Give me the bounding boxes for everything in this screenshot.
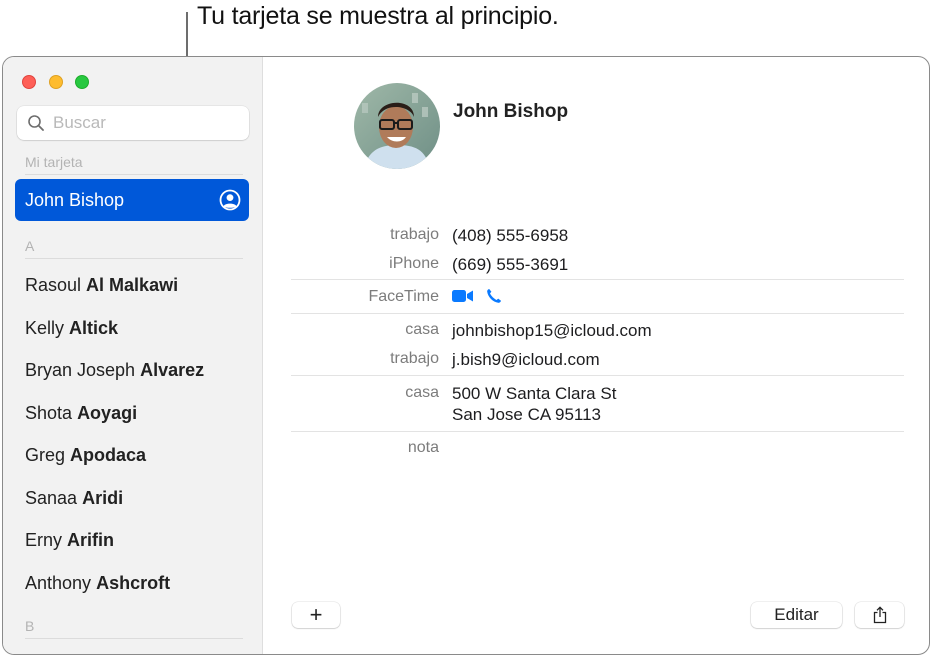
address-line-1: 500 W Santa Clara St (452, 384, 617, 403)
contact-list-item[interactable]: Kelly Altick (25, 318, 118, 339)
email-value[interactable]: j.bish9@icloud.com (452, 349, 600, 370)
phone-label: trabajo (390, 226, 439, 243)
contact-last-name: Arifin (67, 530, 115, 550)
contact-last-name: Aoyagi (77, 403, 138, 423)
search-icon (28, 115, 44, 131)
contact-last-name: Altick (69, 318, 119, 338)
contact-first-name: Sanaa (25, 488, 78, 508)
section-header-a: A (25, 238, 243, 259)
contact-first-name: Rasoul (25, 275, 82, 295)
facetime-actions (452, 288, 502, 304)
email-label: trabajo (390, 350, 439, 367)
phone-icon[interactable] (486, 288, 502, 304)
address-value[interactable]: 500 W Santa Clara St San Jose CA 95113 (452, 383, 616, 425)
divider (291, 375, 904, 376)
person-circle-icon (219, 189, 241, 211)
contact-last-name: Ashcroft (96, 573, 171, 593)
email-value[interactable]: johnbishop15@icloud.com (452, 320, 652, 341)
my-card-name: John Bishop (25, 189, 125, 210)
edit-button[interactable]: Editar (751, 602, 842, 628)
close-window-button[interactable] (22, 75, 36, 89)
contact-detail-pane: John Bishop trabajo (408) 555-6958 iPhon… (264, 57, 929, 654)
share-button[interactable] (855, 602, 904, 628)
video-camera-icon[interactable] (452, 289, 474, 303)
contact-first-name: Erny (25, 530, 63, 550)
contact-list-item[interactable]: Rasoul Al Malkawi (25, 275, 178, 296)
divider (291, 279, 904, 280)
email-label: casa (405, 321, 439, 338)
search-input[interactable] (53, 113, 233, 133)
note-label: nota (407, 439, 439, 456)
my-card-row[interactable]: John Bishop (15, 179, 249, 221)
contact-last-name: Apodaca (70, 445, 147, 465)
contact-list-item[interactable]: Bryan Joseph Alvarez (25, 360, 204, 381)
divider (291, 431, 904, 432)
phone-value[interactable]: (408) 555-6958 (452, 225, 568, 246)
contact-first-name: Kelly (25, 318, 65, 338)
share-icon (873, 606, 886, 624)
contact-list-item[interactable]: Sanaa Aridi (25, 488, 123, 509)
phone-label: iPhone (389, 255, 439, 272)
avatar-image-icon (354, 83, 440, 169)
contact-list-item[interactable]: Shota Aoyagi (25, 403, 137, 424)
contact-first-name: Anthony (25, 573, 92, 593)
contact-last-name: Alvarez (140, 360, 205, 380)
contact-list-item[interactable]: Anthony Ashcroft (25, 573, 170, 594)
facetime-label: FaceTime (368, 288, 439, 305)
contact-last-name: Aridi (82, 488, 124, 508)
section-header-b: B (25, 618, 243, 639)
note-field[interactable] (452, 438, 852, 460)
contact-list-item[interactable]: Erny Arifin (25, 530, 114, 551)
contact-list-item[interactable]: Greg Apodaca (25, 445, 146, 466)
address-label: casa (405, 384, 439, 401)
add-button[interactable]: + (292, 602, 340, 628)
phone-value[interactable]: (669) 555-3691 (452, 254, 568, 275)
callout-text: Tu tarjeta se muestra al principio. (197, 2, 559, 30)
contact-photo[interactable] (354, 83, 440, 169)
contact-first-name: Shota (25, 403, 73, 423)
my-card-header: Mi tarjeta (25, 154, 243, 175)
contact-first-name: Bryan Joseph (25, 360, 136, 380)
divider (291, 313, 904, 314)
sidebar: Mi tarjeta John Bishop A Rasoul Al Malka… (3, 57, 263, 654)
contact-first-name: Greg (25, 445, 66, 465)
address-line-2: San Jose CA 95113 (452, 405, 602, 424)
zoom-window-button[interactable] (75, 75, 89, 89)
contact-last-name: Al Malkawi (86, 275, 179, 295)
contact-name: John Bishop (453, 101, 569, 122)
minimize-window-button[interactable] (49, 75, 63, 89)
search-field[interactable] (17, 106, 249, 140)
contacts-window: Mi tarjeta John Bishop A Rasoul Al Malka… (2, 56, 930, 655)
